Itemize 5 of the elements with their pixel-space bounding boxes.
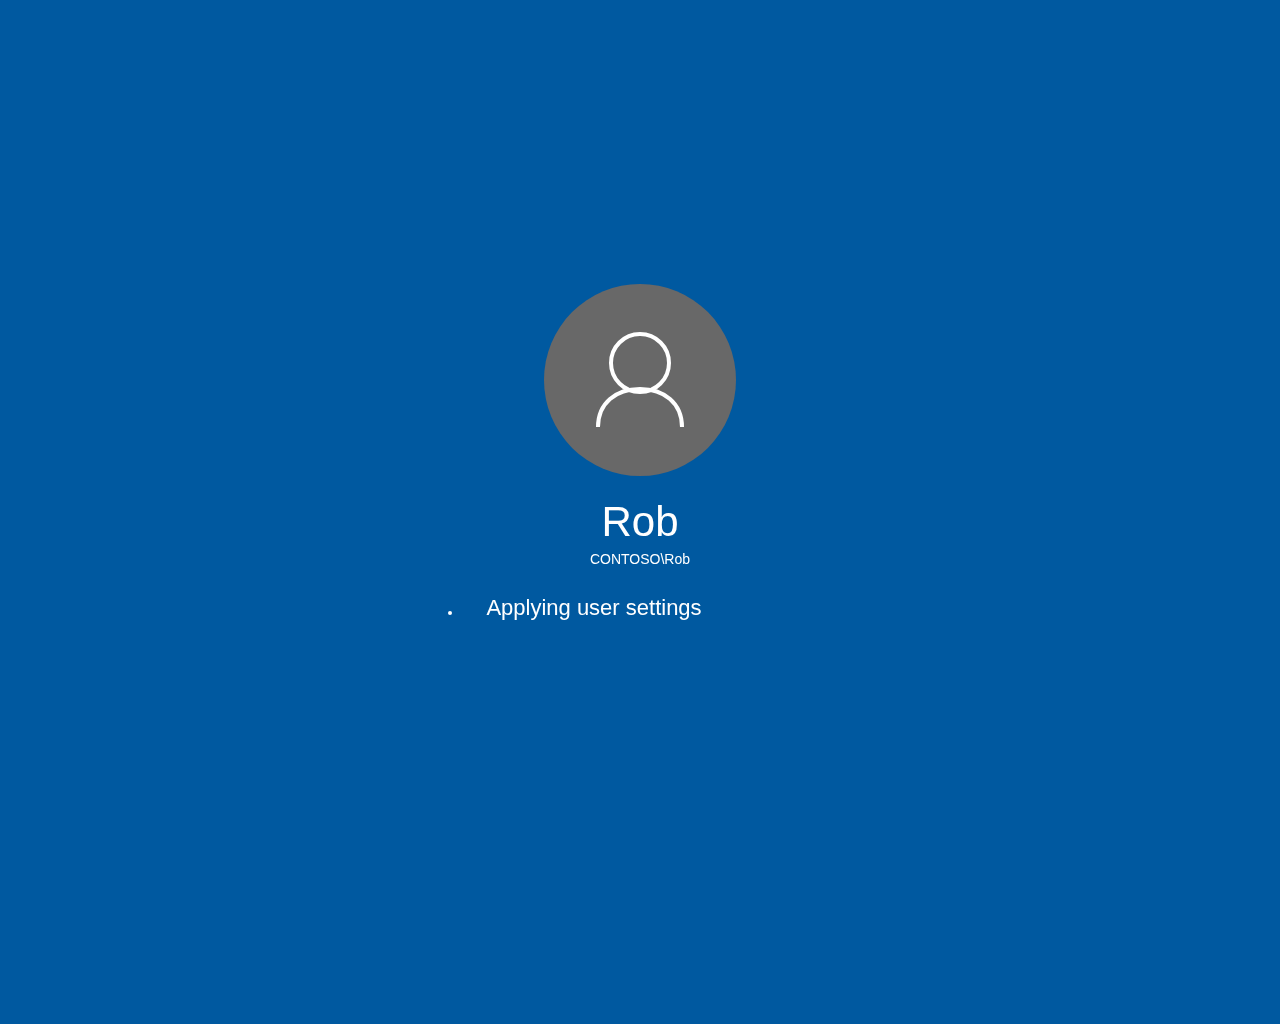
- loading-dot-icon: [448, 611, 453, 615]
- account-name: CONTOSO\Rob: [589, 550, 691, 568]
- user-name: Rob: [601, 497, 679, 547]
- person-icon: [596, 331, 684, 429]
- status-message: Applying user settings: [486, 594, 702, 622]
